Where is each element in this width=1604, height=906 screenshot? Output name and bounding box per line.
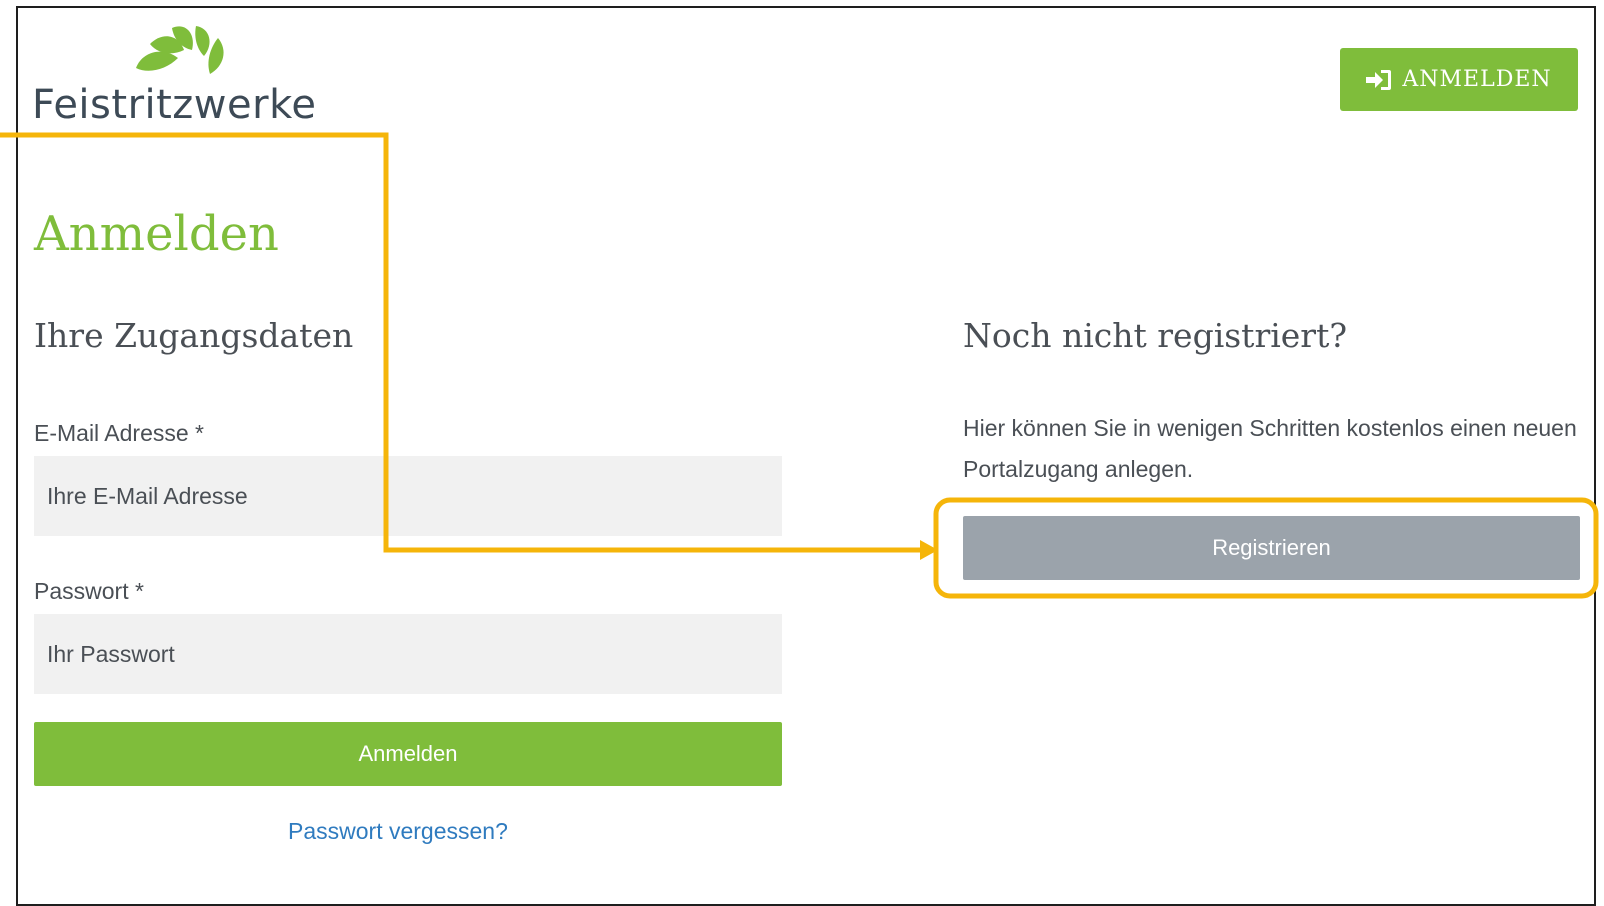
- password-field[interactable]: [34, 614, 782, 694]
- brand-name: Feistritzwerke: [32, 82, 317, 128]
- page-title: Anmelden: [34, 206, 279, 262]
- leaf-fan-icon: [136, 26, 224, 74]
- header-login-label: ANMELDEN: [1402, 67, 1552, 92]
- forgot-password-link[interactable]: Passwort vergessen?: [288, 818, 508, 845]
- email-label: E-Mail Adresse *: [34, 420, 205, 446]
- email-field[interactable]: [34, 456, 782, 536]
- password-label: Passwort *: [34, 578, 144, 604]
- login-submit-button[interactable]: Anmelden: [34, 722, 782, 786]
- login-heading: Ihre Zugangsdaten: [34, 316, 354, 355]
- header-login-button[interactable]: ANMELDEN: [1340, 48, 1578, 111]
- brand-logo[interactable]: Feistritzwerke: [32, 22, 332, 134]
- register-description: Hier können Sie in wenigen Schritten kos…: [963, 415, 1577, 482]
- register-button[interactable]: Registrieren: [963, 516, 1580, 580]
- register-heading: Noch nicht registriert?: [963, 316, 1348, 355]
- sign-in-icon: [1366, 69, 1392, 91]
